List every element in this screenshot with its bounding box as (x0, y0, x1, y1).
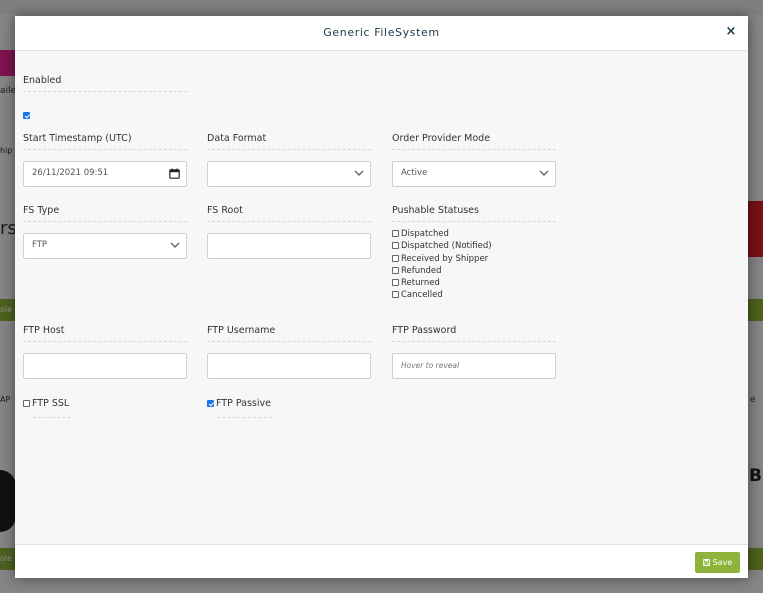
ftp-passive-toggle[interactable]: FTP Passive (207, 398, 271, 409)
enabled-label: Enabled (23, 75, 187, 92)
ftp-username-field: FTP Username (207, 325, 371, 379)
status-label: Refunded (401, 265, 442, 276)
status-label: Returned (401, 278, 440, 289)
status-checkbox[interactable] (392, 230, 399, 237)
status-item-received-by-shipper[interactable]: Received by Shipper (392, 253, 492, 265)
ftp-ssl-label: FTP SSL (32, 398, 70, 409)
status-label: Dispatched (Notified) (401, 241, 492, 252)
close-icon[interactable]: × (724, 25, 738, 39)
enabled-checkbox-wrap (23, 105, 30, 124)
ftp-host-label: FTP Host (23, 325, 187, 342)
ftp-passive-label: FTP Passive (216, 398, 271, 409)
generic-filesystem-modal: Generic FileSystem × Enabled Start Times… (15, 16, 748, 578)
ftp-ssl-checkbox[interactable] (23, 400, 30, 407)
status-label: Dispatched (401, 229, 449, 239)
status-checkbox[interactable] (392, 266, 399, 274)
start-timestamp-field: Start Timestamp (UTC) 26/11/2021 09:51 (23, 133, 187, 187)
chevron-down-icon (539, 170, 549, 176)
ftp-password-placeholder: Hover to reveal (401, 361, 460, 370)
modal-title: Generic FileSystem (323, 26, 440, 39)
status-item-cancelled[interactable]: Cancelled (392, 289, 492, 301)
modal-header: Generic FileSystem × (15, 16, 748, 51)
ftp-passive-checkbox[interactable] (207, 400, 214, 407)
ftp-username-label: FTP Username (207, 325, 371, 342)
order-provider-mode-label: Order Provider Mode (392, 133, 556, 150)
status-item-dispatched[interactable]: Dispatched (392, 228, 492, 240)
ftp-password-field: FTP Password Hover to reveal (392, 325, 556, 379)
pushable-statuses-label: Pushable Statuses (392, 205, 556, 222)
save-button-label: Save (712, 558, 733, 567)
modal-footer: Save (15, 544, 748, 578)
status-checkbox[interactable] (392, 254, 399, 262)
fs-type-field: FS Type FTP (23, 205, 187, 259)
status-checkbox[interactable] (392, 291, 399, 299)
ftp-password-label: FTP Password (392, 325, 556, 342)
pushable-statuses-list: Dispatched Dispatched (Notified) Receive… (392, 228, 492, 302)
fs-type-select[interactable]: FTP (23, 233, 187, 259)
order-provider-mode-select[interactable]: Active (392, 161, 556, 187)
order-provider-mode-field: Order Provider Mode Active (392, 133, 556, 187)
status-item-refunded[interactable]: Refunded (392, 265, 492, 277)
chevron-down-icon (170, 242, 180, 248)
fs-type-label: FS Type (23, 205, 187, 222)
data-format-select[interactable] (207, 161, 371, 187)
status-checkbox[interactable] (392, 242, 399, 250)
chevron-down-icon (354, 170, 364, 176)
calendar-icon[interactable] (169, 168, 180, 179)
start-timestamp-value: 26/11/2021 09:51 (32, 168, 109, 178)
start-timestamp-label: Start Timestamp (UTC) (23, 133, 187, 150)
enabled-field: Enabled (23, 75, 187, 119)
ftp-password-input[interactable]: Hover to reveal (392, 353, 556, 379)
data-format-field: Data Format (207, 133, 371, 187)
fs-root-field: FS Root (207, 205, 371, 259)
ftp-username-input[interactable] (207, 353, 371, 379)
save-button[interactable]: Save (695, 552, 740, 573)
ftp-ssl-divider (33, 417, 70, 418)
ftp-host-input[interactable] (23, 353, 187, 379)
ftp-host-field: FTP Host (23, 325, 187, 379)
status-label: Cancelled (401, 290, 443, 301)
ftp-ssl-toggle[interactable]: FTP SSL (23, 398, 69, 409)
order-provider-mode-value: Active (401, 168, 428, 178)
ftp-passive-divider (217, 417, 272, 418)
pushable-statuses-field: Pushable Statuses Dispatched Dispatched … (392, 205, 556, 300)
data-format-label: Data Format (207, 133, 371, 150)
ftp-ssl-field: FTP SSL (23, 398, 70, 418)
ftp-passive-field: FTP Passive (207, 398, 272, 418)
status-item-dispatched-notified[interactable]: Dispatched (Notified) (392, 240, 492, 252)
floppy-disk-icon (702, 559, 710, 566)
fs-root-input[interactable] (207, 233, 371, 259)
fs-type-value: FTP (32, 240, 48, 250)
status-checkbox[interactable] (392, 279, 399, 287)
fs-root-label: FS Root (207, 205, 371, 222)
status-item-returned[interactable]: Returned (392, 277, 492, 289)
enabled-checkbox[interactable] (23, 112, 30, 119)
start-timestamp-input[interactable]: 26/11/2021 09:51 (23, 161, 187, 187)
status-label: Received by Shipper (401, 253, 489, 264)
